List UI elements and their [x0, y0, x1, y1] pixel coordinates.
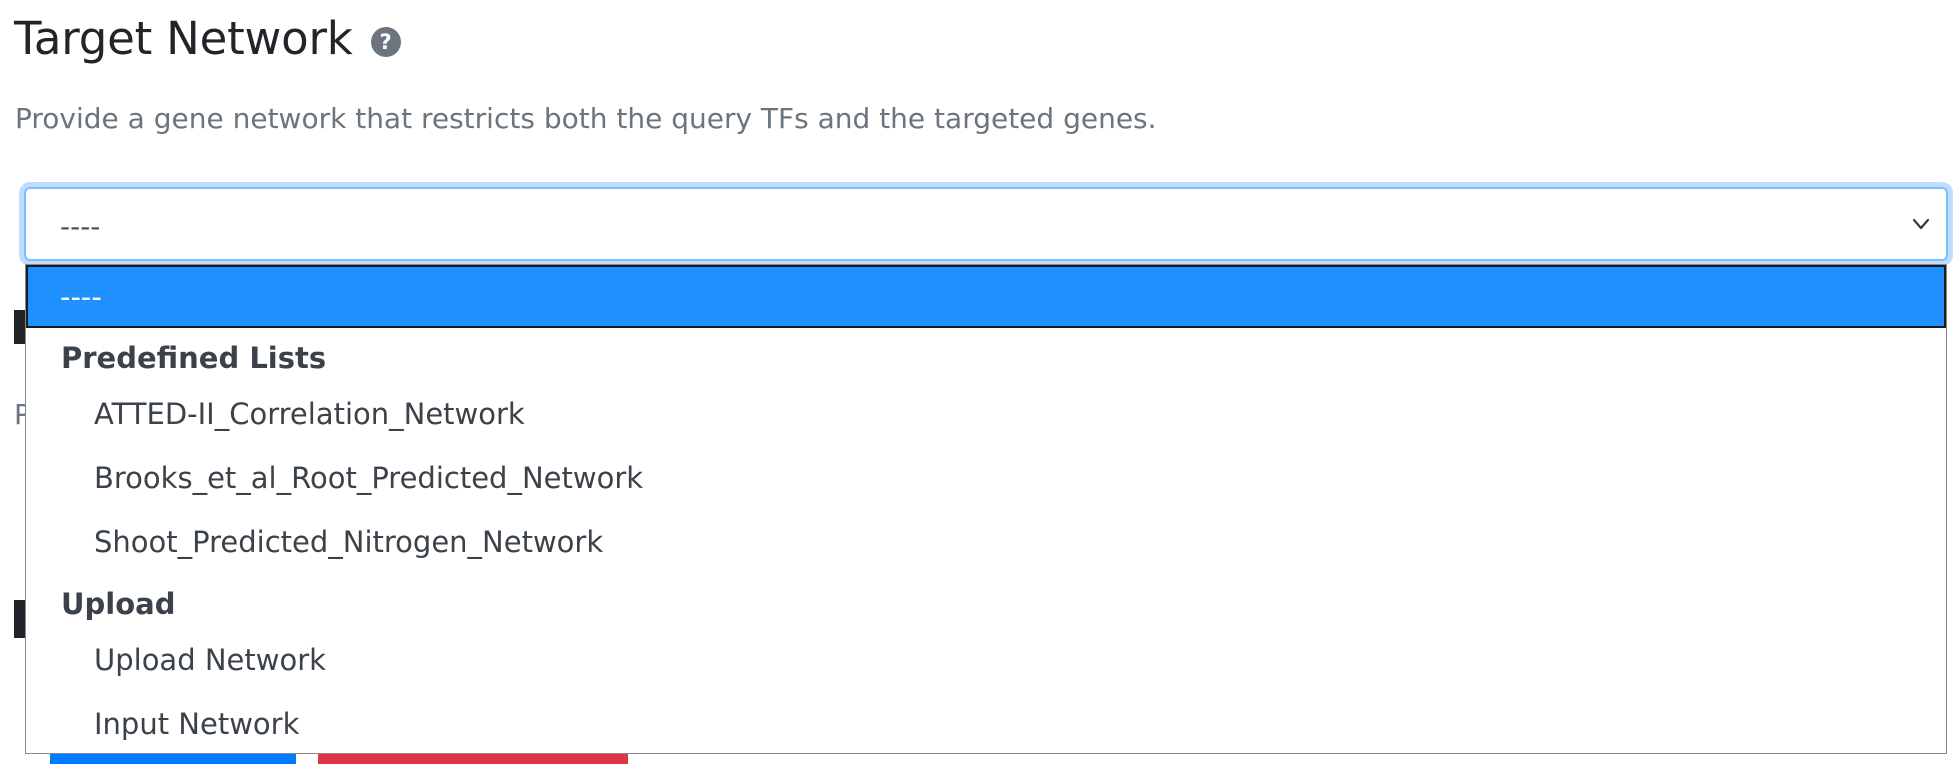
option-shoot-predicted-nitrogen-network[interactable]: Shoot_Predicted_Nitrogen_Network — [26, 525, 1946, 559]
option-atted-ii-correlation-network[interactable]: ATTED-II_Correlation_Network — [26, 397, 1946, 431]
select-dropdown-list: ---- Predefined Lists ATTED-II_Correlati… — [25, 264, 1947, 754]
target-network-select[interactable]: ---- — [24, 187, 1948, 261]
option-empty-selected[interactable]: ---- — [26, 265, 1946, 328]
title-row: Target Network ? — [14, 8, 401, 68]
option-input-network[interactable]: Input Network — [26, 707, 1946, 741]
optgroup-predefined-lists: Predefined Lists — [61, 341, 327, 375]
question-circle-icon[interactable]: ? — [370, 27, 401, 57]
optgroup-upload: Upload — [61, 587, 176, 621]
page-description: Provide a gene network that restricts bo… — [15, 102, 1157, 135]
page: Target Network ? Provide a gene network … — [0, 0, 1960, 764]
chevron-down-icon — [1912, 218, 1930, 230]
option-brooks-root-predicted-network[interactable]: Brooks_et_al_Root_Predicted_Network — [26, 461, 1946, 495]
select-current-value: ---- — [60, 210, 101, 243]
option-upload-network[interactable]: Upload Network — [26, 643, 1946, 677]
page-title: Target Network — [14, 11, 353, 65]
